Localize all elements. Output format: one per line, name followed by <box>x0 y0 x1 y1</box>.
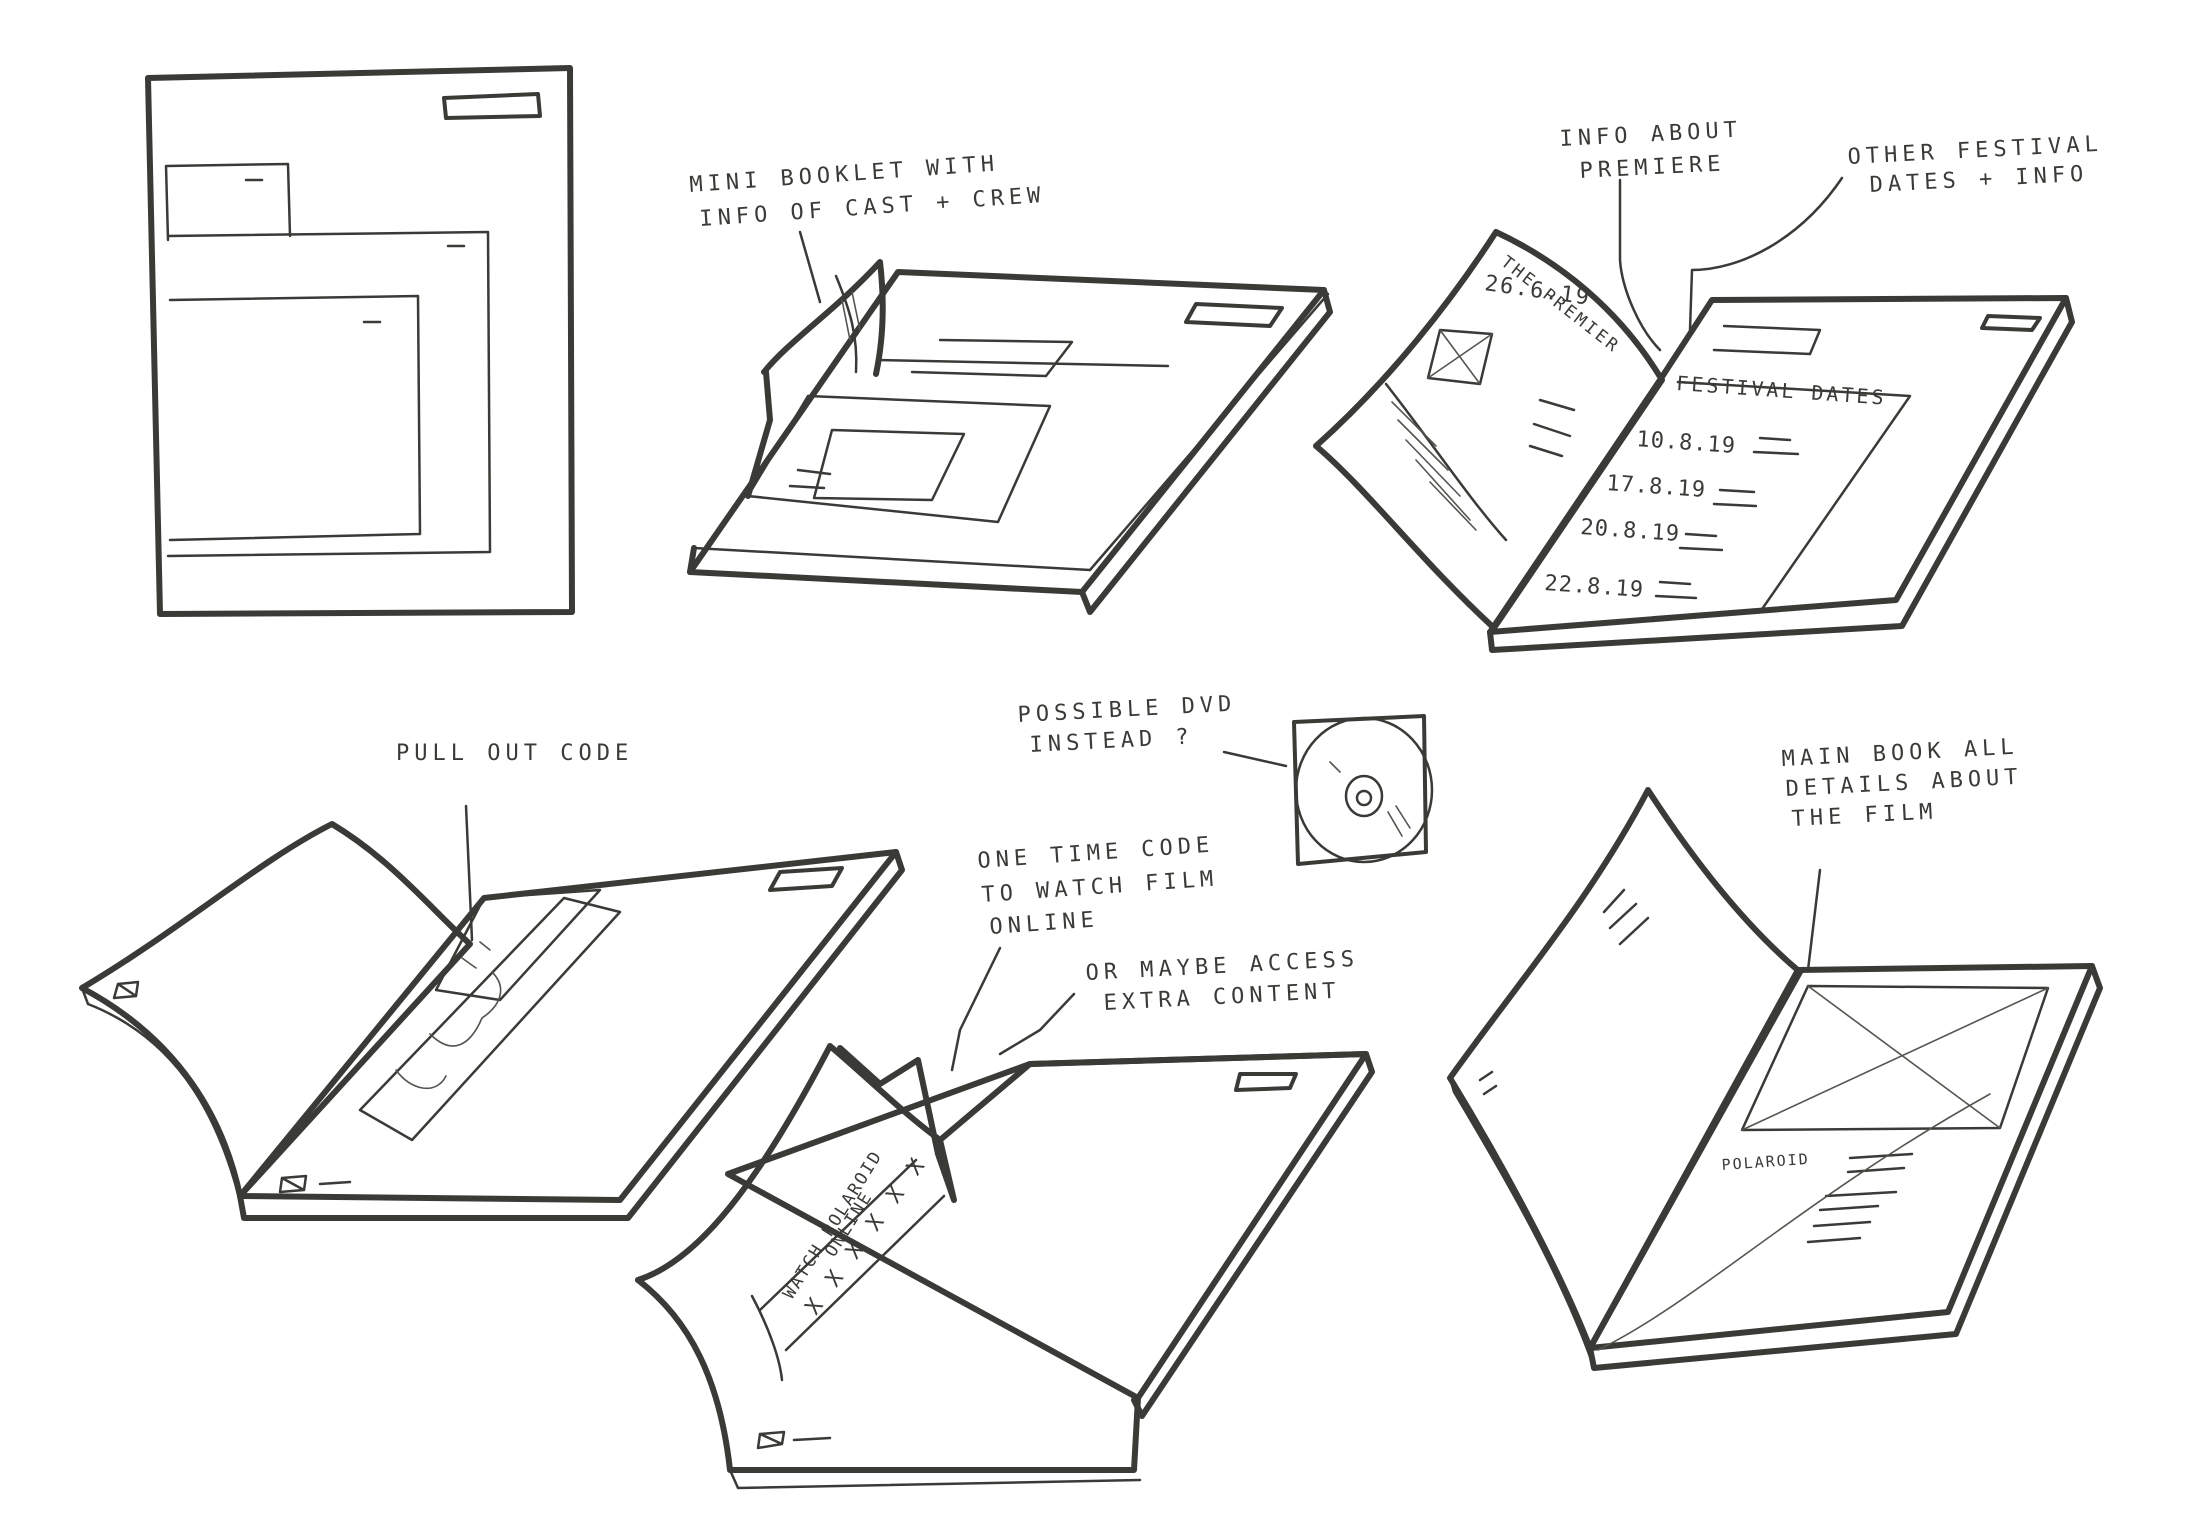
annotation-one-time-code: ONE TIME CODE TO WATCH FILM ONLINE <box>977 833 1219 940</box>
main-book-label: POLAROID <box>1721 1150 1810 1174</box>
annotation-extra-content: OR MAYBE ACCESS EXTRA CONTENT <box>1085 947 1360 1016</box>
mini-booklet-sketch <box>687 230 1333 615</box>
flat-layout-sketch <box>145 65 575 617</box>
annotation-line: ONLINE <box>989 907 1100 940</box>
annotation-line: THE FILM <box>1791 799 1938 832</box>
sketch-canvas: MINI BOOKLET WITH INFO OF CAST + CREW IN… <box>79 65 2103 1490</box>
annotation-line: INSTEAD ? <box>1029 724 1194 758</box>
festival-date: 20.8.19 <box>1580 515 1681 547</box>
annotation-line: DETAILS ABOUT <box>1785 765 2023 802</box>
annotation-line: EXTRA CONTENT <box>1103 979 1341 1016</box>
annotation-line: PULL OUT CODE <box>396 741 633 766</box>
annotation-line: PREMIERE <box>1579 151 1726 184</box>
open-festival-book-sketch <box>1313 176 2075 653</box>
festival-date: 22.8.19 <box>1544 571 1645 603</box>
annotation-mini-booklet: MINI BOOKLET WITH INFO OF CAST + CREW <box>689 151 1047 232</box>
annotation-possible-dvd: POSSIBLE DVD INSTEAD ? <box>1017 692 1237 758</box>
festival-date: 10.8.19 <box>1636 427 1737 459</box>
dvd-sketch <box>1222 714 1434 866</box>
annotation-line: ONE TIME CODE <box>977 833 1215 874</box>
annotation-line: INFO ABOUT <box>1559 117 1743 152</box>
festival-date: 17.8.19 <box>1606 471 1707 503</box>
code-card-text: WATCH POLAROID ONLINE X X X X X X <box>779 1147 932 1320</box>
annotation-pull-out-code: PULL OUT CODE <box>396 741 633 766</box>
annotation-line: POSSIBLE DVD <box>1017 692 1237 728</box>
festival-dates-title: FESTIVAL DATES <box>1676 371 1888 410</box>
annotation-info-premiere: INFO ABOUT PREMIERE <box>1559 117 1743 184</box>
annotation-main-book: MAIN BOOK ALL DETAILS ABOUT THE FILM <box>1781 735 2023 832</box>
annotation-other-festival: OTHER FESTIVAL DATES + INFO <box>1847 132 2103 198</box>
annotation-line: TO WATCH FILM <box>981 867 1219 908</box>
main-book-sketch <box>1447 787 2103 1371</box>
one-time-code-sketch <box>635 946 1375 1490</box>
